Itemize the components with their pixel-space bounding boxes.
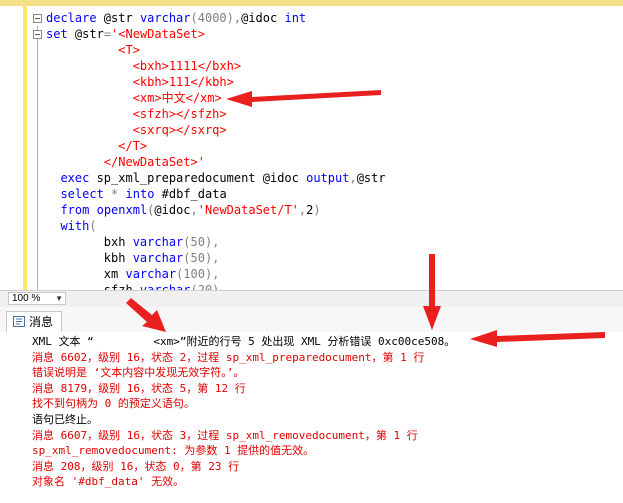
change-tracking-bar <box>23 6 27 290</box>
code-token: 'NewDataSet/T' <box>197 203 299 217</box>
chevron-down-icon[interactable]: ▼ <box>55 293 63 304</box>
code-token: @idoc <box>241 11 285 25</box>
code-token: <kbh>111</kbh> <box>132 75 234 89</box>
code-line[interactable]: bxh varchar(50), <box>46 234 386 250</box>
code-token: openxml <box>96 203 148 217</box>
messages-icon <box>13 313 25 327</box>
code-token: varchar <box>139 283 191 290</box>
code-line[interactable]: xm varchar(100), <box>46 266 386 282</box>
code-token: exec <box>60 171 90 185</box>
code-line[interactable]: select * into #dbf_data <box>46 186 386 202</box>
code-token: #dbf_data <box>154 187 227 201</box>
message-line: 消息 6602，级别 16，状态 2，过程 sp_xml_preparedocu… <box>32 350 425 364</box>
code-token: varchar <box>139 11 191 25</box>
code-line[interactable]: declare @str varchar(4000),@idoc int <box>46 10 386 26</box>
code-token: sfzh <box>103 283 140 290</box>
outline-fold-line <box>37 26 38 290</box>
code-token: from <box>60 203 90 217</box>
sql-code-editor[interactable]: declare @str varchar(4000),@idoc int set … <box>0 6 623 290</box>
code-line[interactable]: </NewDataSet>' <box>46 154 386 170</box>
message-line: 对象名 '#dbf_data' 无效。 <box>32 475 185 489</box>
collapse-toggle-icon[interactable] <box>33 14 42 23</box>
code-line[interactable]: <sxrq></sxrq> <box>46 122 386 138</box>
code-token: ( <box>89 219 97 233</box>
message-line: 消息 8179，级别 16，状态 5，第 12 行 <box>32 381 246 395</box>
message-line: sp_xml_removedocument: 为参数 1 提供的值无效。 <box>32 444 315 458</box>
code-line[interactable]: <kbh>111</kbh> <box>46 74 386 90</box>
code-token: </T> <box>118 139 148 153</box>
message-line: 语句已终止。 <box>32 412 98 426</box>
code-token: varchar <box>125 267 177 281</box>
code-token: select <box>60 187 104 201</box>
tab-messages-label: 消息 <box>29 315 54 329</box>
code-token: '<NewDataSet> <box>111 27 205 41</box>
code-token: varchar <box>132 235 184 249</box>
code-token: @str <box>96 11 140 25</box>
code-token: <T> <box>118 43 140 57</box>
code-token: @idoc <box>154 203 191 217</box>
message-line: XML 文本 “ <xm>”附近的行号 5 处出现 XML 分析错误 0xc00… <box>32 335 456 348</box>
code-token: , <box>190 203 198 217</box>
code-token: @str <box>67 27 104 41</box>
message-line: 错误说明是 ‘文本内容中发现无效字符。’。 <box>32 366 245 380</box>
code-token: (4000) <box>190 11 234 25</box>
zoom-select[interactable]: 100 % ▼ <box>8 292 66 305</box>
code-line[interactable]: <T> <box>46 42 386 58</box>
code-token: (100), <box>176 267 220 281</box>
zoom-bar: 100 % ▼ <box>0 290 623 307</box>
zoom-value: 100 % <box>12 293 41 304</box>
message-line: 消息 208，级别 16，状态 0，第 23 行 <box>32 459 240 473</box>
code-token: , <box>349 171 357 185</box>
code-token: ) <box>313 203 321 217</box>
code-token: set <box>46 27 68 41</box>
code-token: <bxh>1111</bxh> <box>132 59 242 73</box>
code-token: sp_xml_preparedocument <box>89 171 263 185</box>
code-token: <sfzh></sfzh> <box>132 107 227 121</box>
code-line[interactable]: sfzh varchar(20) <box>46 282 386 290</box>
messages-pane[interactable]: XML 文本 “ <xm>”附近的行号 5 处出现 XML 分析错误 0xc00… <box>0 332 623 503</box>
code-text[interactable]: declare @str varchar(4000),@idoc int set … <box>46 10 386 290</box>
code-line[interactable]: exec sp_xml_preparedocument @idoc output… <box>46 170 386 186</box>
collapse-toggle-icon[interactable] <box>33 30 42 39</box>
code-token: declare <box>46 11 97 25</box>
code-token: (20) <box>190 283 220 290</box>
code-token: <xm>中文</xm> <box>132 91 222 105</box>
code-token: varchar <box>132 251 184 265</box>
code-line[interactable]: with( <box>46 218 386 234</box>
code-token: kbh <box>103 251 133 265</box>
code-token: int <box>284 11 307 25</box>
code-token: <sxrq></sxrq> <box>132 123 227 137</box>
tab-messages[interactable]: 消息 <box>6 311 63 332</box>
code-line[interactable]: </T> <box>46 138 386 154</box>
code-token: </NewDataSet>' <box>103 155 205 169</box>
code-line[interactable]: <xm>中文</xm> <box>46 90 386 106</box>
message-line: 找不到句柄为 0 的预定义语句。 <box>32 397 195 411</box>
code-token: into <box>125 187 155 201</box>
code-line[interactable]: <bxh>1111</bxh> <box>46 58 386 74</box>
code-token: = <box>103 27 112 41</box>
code-line[interactable]: from openxml(@idoc,'NewDataSet/T',2) <box>46 202 386 218</box>
code-line[interactable]: set @str='<NewDataSet> <box>46 26 386 42</box>
code-token: output <box>306 171 350 185</box>
code-line[interactable]: kbh varchar(50), <box>46 250 386 266</box>
code-token: (50), <box>183 251 220 265</box>
code-token: bxh <box>103 235 133 249</box>
results-tab-bar: 消息 <box>0 307 623 333</box>
message-line: 消息 6607，级别 16，状态 3，过程 sp_xml_removedocum… <box>32 428 418 442</box>
code-token: @idoc <box>262 171 307 185</box>
code-token: with <box>60 219 90 233</box>
code-token: @str <box>356 171 386 185</box>
code-token: (50), <box>183 235 220 249</box>
code-token: xm <box>103 267 126 281</box>
code-line[interactable]: <sfzh></sfzh> <box>46 106 386 122</box>
messages-text[interactable]: XML 文本 “ <xm>”附近的行号 5 处出现 XML 分析错误 0xc00… <box>32 334 455 490</box>
